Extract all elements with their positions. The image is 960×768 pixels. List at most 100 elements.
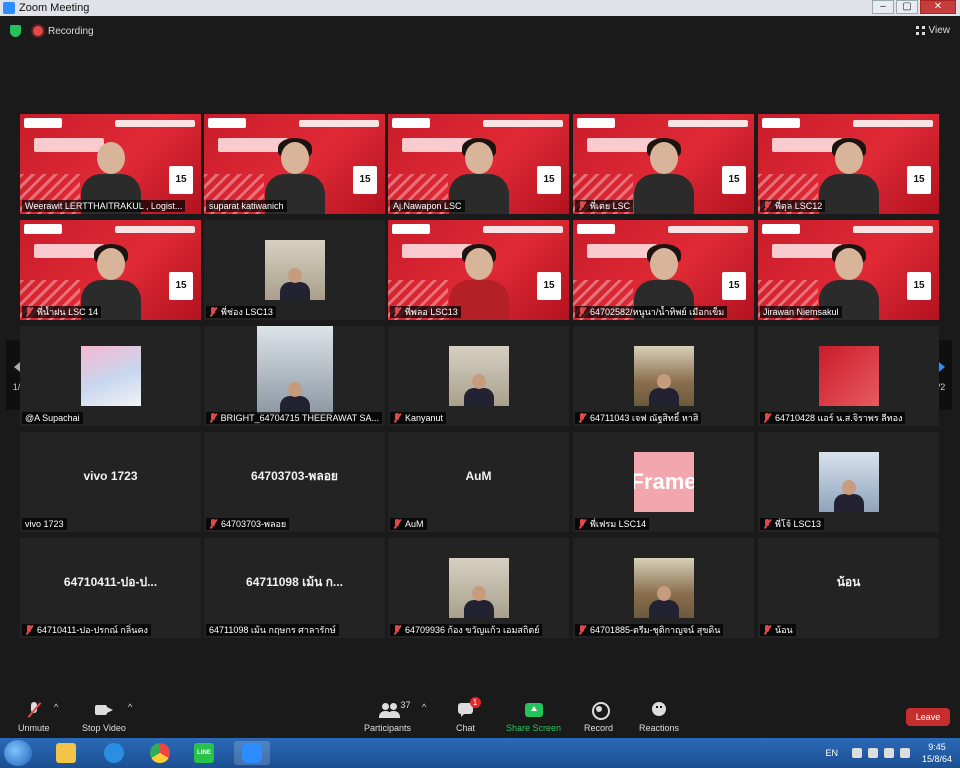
view-label: View xyxy=(928,25,951,36)
participant-name: vivo 1723 xyxy=(25,519,64,529)
chrome-taskbar-button[interactable] xyxy=(142,741,178,765)
participant-tile[interactable]: 64711043 เจฟ ณัฐสิทธิ์ หาสิ xyxy=(573,326,754,426)
zoom-app-icon xyxy=(3,2,15,14)
folder-icon xyxy=(56,743,76,763)
leave-button[interactable]: Leave xyxy=(906,708,950,726)
banner-heading xyxy=(115,120,195,127)
banner-heading xyxy=(668,226,748,233)
participant-display-name: AuM xyxy=(465,469,492,483)
participant-profile-picture xyxy=(448,558,509,618)
sponsor-logo xyxy=(577,118,615,128)
participant-video xyxy=(632,136,696,214)
participant-nameplate: Aj.Nawapon LSC xyxy=(390,200,465,212)
banner-heading xyxy=(483,120,563,127)
participant-tile[interactable]: 15 Aj.Nawapon LSC xyxy=(388,114,569,214)
participant-tile[interactable]: 64710428 แอร์ น.ส.จิราพร ลีทอง xyxy=(758,326,939,426)
participant-tile[interactable]: น้อน น้อน xyxy=(758,538,939,638)
banner-date: 15 xyxy=(907,272,931,300)
zoom-taskbar-button[interactable] xyxy=(234,741,270,765)
participant-nameplate: พี่น้ำฝน LSC 14 xyxy=(22,306,102,318)
tray-up-arrow-icon[interactable] xyxy=(851,748,862,758)
participant-profile-picture xyxy=(633,346,694,406)
participant-name: พี่เฟรม LSC14 xyxy=(590,519,647,529)
participant-tile[interactable]: 15 พี่เตย LSC xyxy=(573,114,754,214)
reactions-button[interactable]: Reactions xyxy=(639,702,679,733)
participant-tile[interactable]: 64710411-ปอ-ป... 64710411-ปอ-ปรกณ์ กลิ่นค… xyxy=(20,538,201,638)
participant-name: suparat katiwanich xyxy=(209,201,284,211)
participant-nameplate: suparat katiwanich xyxy=(206,200,287,212)
participant-tile[interactable]: 15 64702582/หนูนา/น้ำทิพย์ เมือกเข็ม xyxy=(573,220,754,320)
participant-nameplate: 64703703-พลอย xyxy=(206,518,290,530)
participant-tile[interactable]: 15 พี่น้ำฝน LSC 14 xyxy=(20,220,201,320)
record-button[interactable]: Record xyxy=(584,702,613,733)
sponsor-logo xyxy=(392,224,430,234)
participant-name: 64702582/หนูนา/น้ำทิพย์ เมือกเข็ม xyxy=(590,307,725,317)
participant-profile-picture xyxy=(818,346,879,406)
participant-nameplate: พี่เตย LSC xyxy=(575,200,634,212)
participant-nameplate: Weerawit LERTTHAITRAKUL , Logist... xyxy=(22,200,186,212)
share-screen-button[interactable]: Share Screen xyxy=(506,702,561,733)
participant-tile[interactable]: 64703703-พลอย 64703703-พลอย xyxy=(204,432,385,532)
internet-explorer-taskbar-button[interactable] xyxy=(96,741,132,765)
clock[interactable]: 9:45 15/8/64 xyxy=(922,741,952,765)
participant-name: Aj.Nawapon LSC xyxy=(393,201,462,211)
participant-tile[interactable]: 15 Weerawit LERTTHAITRAKUL , Logist... xyxy=(20,114,201,214)
participant-tile[interactable]: AuM AuM xyxy=(388,432,569,532)
participant-tile[interactable]: Kanyanut xyxy=(388,326,569,426)
banner-heading xyxy=(483,226,563,233)
clock-time: 9:45 xyxy=(928,742,946,752)
participant-nameplate: @A Supachai xyxy=(22,412,83,424)
participant-tile[interactable]: 15 suparat katiwanich xyxy=(204,114,385,214)
banner-date: 15 xyxy=(722,272,746,300)
restore-button[interactable]: ▢ xyxy=(896,0,918,14)
reactions-icon xyxy=(650,702,668,718)
participant-tile[interactable]: 15 Jirawan Niemsakul xyxy=(758,220,939,320)
stop-video-label: Stop Video xyxy=(82,723,126,733)
audio-options-caret[interactable]: ^ xyxy=(54,702,58,712)
participant-name: พี่ช่อง LSC13 xyxy=(221,307,273,317)
meeting-controls: Unmute ^ Stop Video ^ 37 Participants ^ … xyxy=(0,696,960,738)
participants-icon: 37 xyxy=(378,700,411,718)
sponsor-logo xyxy=(208,118,246,128)
file-explorer-taskbar-button[interactable] xyxy=(48,741,84,765)
participant-tile[interactable]: 15 พี่ดุล LSC12 xyxy=(758,114,939,214)
volume-icon[interactable] xyxy=(899,748,910,758)
encryption-shield-icon[interactable] xyxy=(10,25,21,37)
microphone-muted-icon xyxy=(763,413,771,423)
participant-tile[interactable]: 64711098 เม้น ก... 64711098 เม้น กฤษกร ศา… xyxy=(204,538,385,638)
start-button[interactable] xyxy=(4,740,32,766)
minimize-button[interactable]: – xyxy=(872,0,894,14)
participant-tile[interactable]: พี่โจ้ LSC13 xyxy=(758,432,939,532)
participant-tile[interactable]: vivo 1723 vivo 1723 xyxy=(20,432,201,532)
sponsor-logo xyxy=(24,224,62,234)
participants-options-caret[interactable]: ^ xyxy=(422,702,426,712)
chat-unread-badge: 1 xyxy=(469,697,481,708)
participants-button[interactable]: 37 Participants xyxy=(364,700,411,733)
participant-tile[interactable]: BRIGHT_64704715 THEERAWAT SA... xyxy=(204,326,385,426)
close-button[interactable]: ✕ xyxy=(920,0,956,14)
microphone-muted-icon xyxy=(763,201,771,211)
network-icon[interactable] xyxy=(867,748,878,758)
microphone-muted-icon xyxy=(578,307,586,317)
flag-icon[interactable] xyxy=(883,748,894,758)
sponsor-logo xyxy=(762,224,800,234)
participant-tile[interactable]: 64709936 ก้อง ขวัญแก้ว เอมสถิตย์ xyxy=(388,538,569,638)
video-options-caret[interactable]: ^ xyxy=(128,702,132,712)
participant-tile[interactable]: 15 พี่พลอ LSC13 xyxy=(388,220,569,320)
language-indicator[interactable]: EN xyxy=(825,748,838,758)
view-button[interactable]: View xyxy=(915,25,951,36)
participant-tile[interactable]: Frame พี่เฟรม LSC14 xyxy=(573,432,754,532)
participant-tile[interactable]: @A Supachai xyxy=(20,326,201,426)
participant-name: พี่ดุล LSC12 xyxy=(775,201,823,211)
banner-date: 15 xyxy=(907,166,931,194)
line-app-icon: LINE xyxy=(194,743,214,763)
participant-name: พี่เตย LSC xyxy=(590,201,631,211)
stop-video-button[interactable]: Stop Video xyxy=(82,702,126,733)
participant-tile[interactable]: พี่ช่อง LSC13 xyxy=(204,220,385,320)
line-taskbar-button[interactable]: LINE xyxy=(186,741,222,765)
participant-tile[interactable]: 64701885-ตรีม-ชุติกาญจน์ สุขดิน xyxy=(573,538,754,638)
unmute-button[interactable]: Unmute xyxy=(18,702,50,733)
internet-explorer-icon xyxy=(104,743,124,763)
chat-label: Chat xyxy=(456,723,476,733)
chat-button[interactable]: 1 Chat xyxy=(456,697,481,733)
